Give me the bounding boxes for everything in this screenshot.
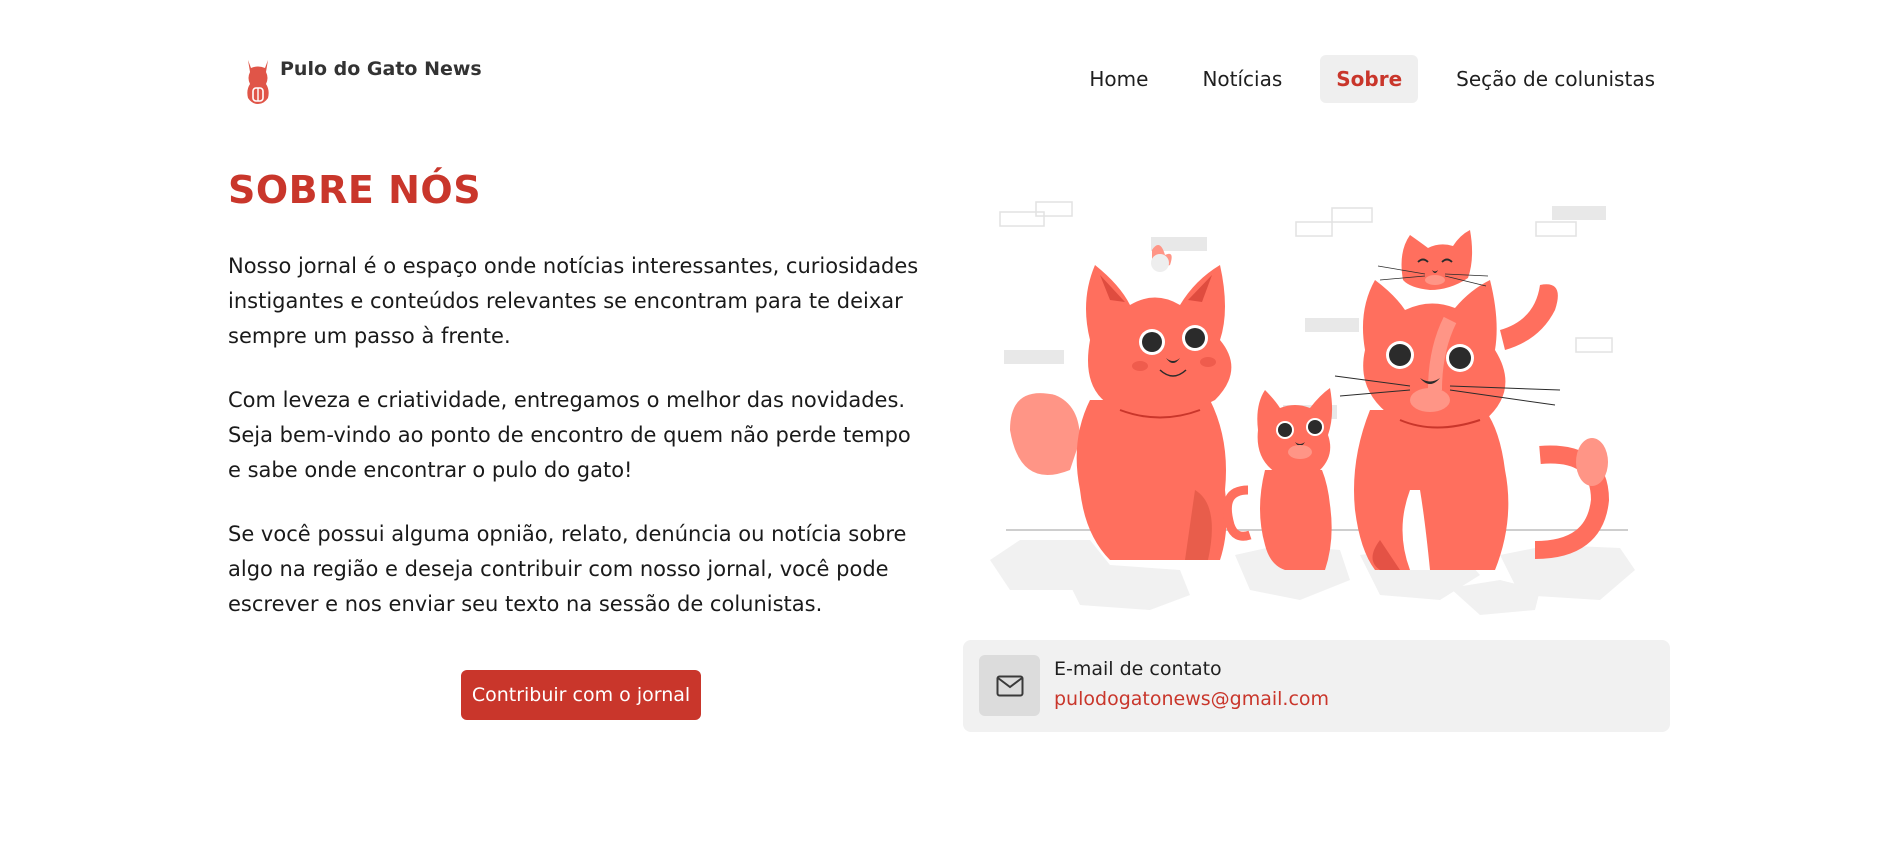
about-paragraph: Com leveza e criatividade, entregamos o …: [228, 388, 911, 482]
contact-card: E-mail de contato pulodogatonews@gmail.c…: [963, 640, 1670, 732]
contact-email-link[interactable]: pulodogatonews@gmail.com: [1054, 688, 1329, 710]
main-nav: Home Notícias Sobre Seção de colunistas: [1073, 55, 1671, 103]
nav-item-home[interactable]: Home: [1073, 55, 1164, 103]
cat-logo-icon: [247, 60, 269, 104]
nav-item-noticias[interactable]: Notícias: [1186, 55, 1298, 103]
about-section: SOBRE NÓS Nosso jornal é o espaço onde n…: [228, 168, 928, 622]
mail-icon: [979, 655, 1040, 716]
contribute-button[interactable]: Contribuir com o jornal: [461, 670, 701, 720]
brand-name: Pulo do Gato News: [280, 58, 482, 80]
cats-family-illustration: [990, 201, 1635, 615]
about-paragraph: Nosso jornal é o espaço onde notícias in…: [228, 254, 919, 348]
brand[interactable]: Pulo do Gato News: [244, 54, 482, 104]
site-header: Pulo do Gato News Home Notícias Sobre Se…: [0, 0, 1899, 130]
nav-item-sobre[interactable]: Sobre: [1320, 55, 1419, 103]
contact-label: E-mail de contato: [1054, 658, 1222, 680]
page-title: SOBRE NÓS: [228, 168, 482, 212]
about-paragraph: Se você possui alguma opnião, relato, de…: [228, 522, 907, 616]
nav-item-colunistas[interactable]: Seção de colunistas: [1440, 55, 1671, 103]
